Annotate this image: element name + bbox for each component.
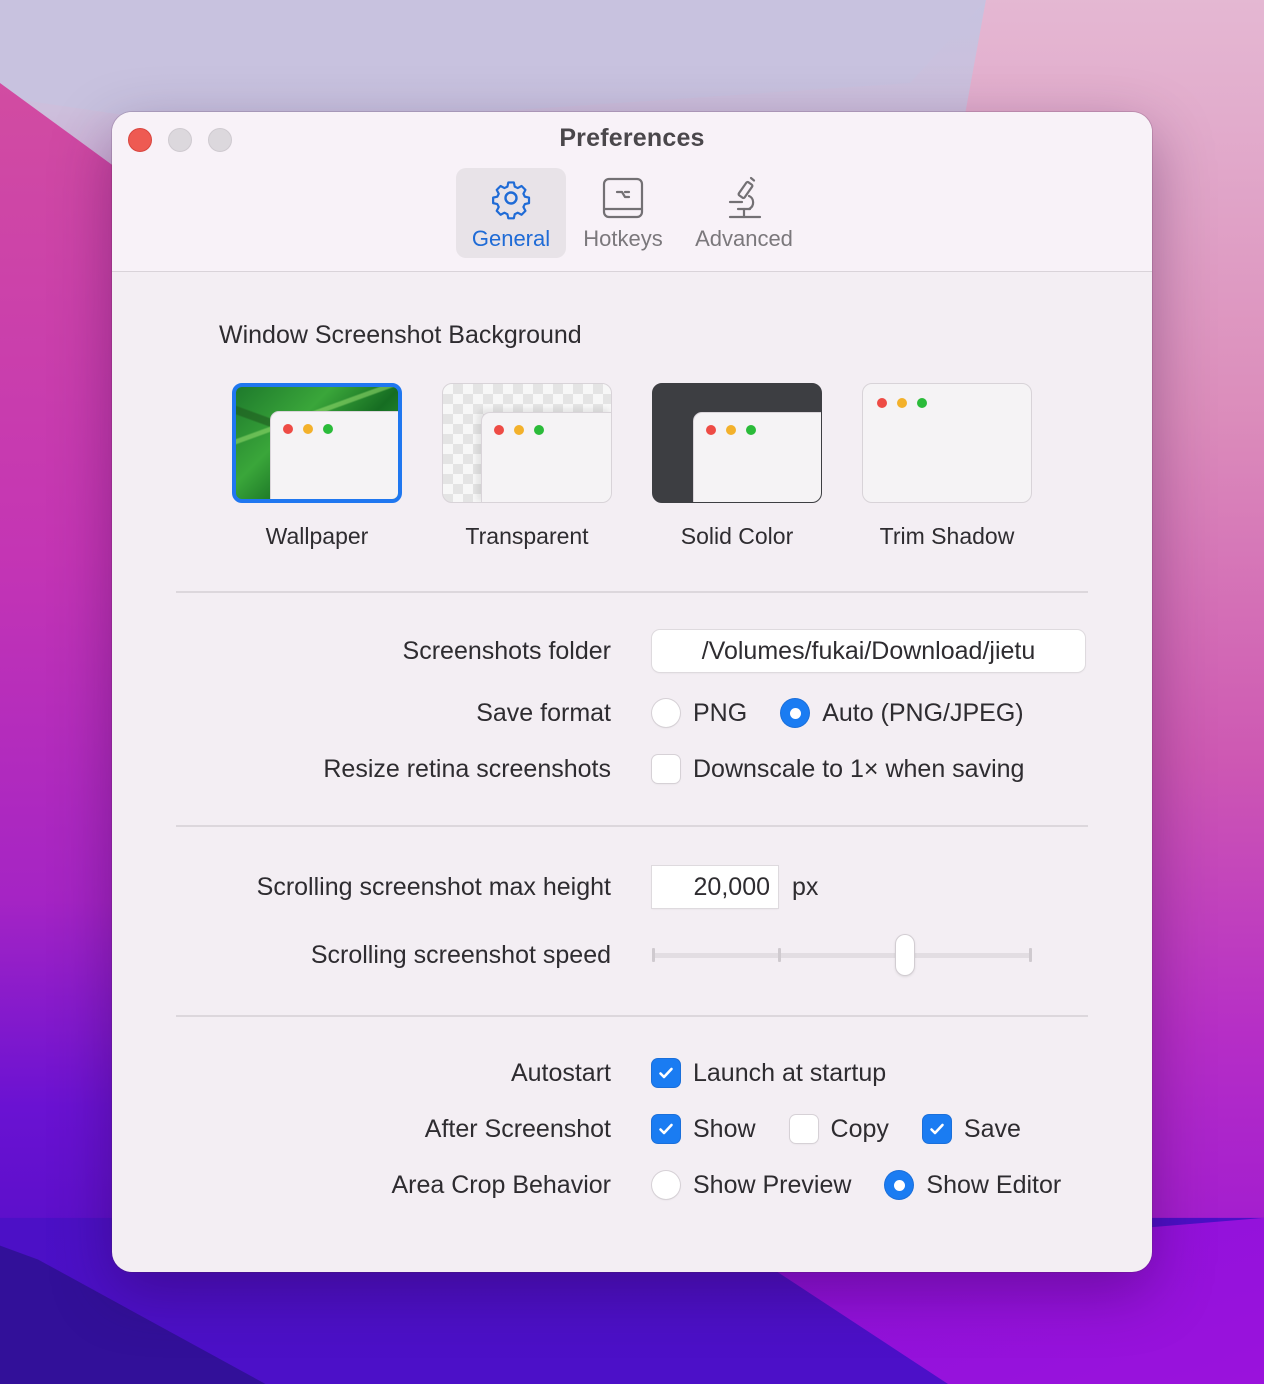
- resize-retina-label: Resize retina screenshots: [323, 754, 611, 783]
- format-auto-radio[interactable]: [781, 699, 810, 727]
- speed-label: Scrolling screenshot speed: [310, 940, 611, 969]
- max-height-row: Scrolling screenshot max height 20,000 p…: [112, 866, 1152, 908]
- after-copy-label[interactable]: Copy: [831, 1115, 889, 1144]
- section-divider: [176, 591, 1088, 593]
- slider-track: [652, 953, 1032, 958]
- tab-advanced-label: Advanced: [695, 226, 793, 251]
- save-format-label: Save format: [476, 698, 611, 727]
- autostart-row: Autostart Launch at startup: [112, 1053, 1152, 1093]
- screenshots-folder-field[interactable]: /Volumes/fukai/Download/jietu: [652, 630, 1085, 672]
- tab-hotkeys-label: Hotkeys: [583, 226, 663, 251]
- slider-tick: [652, 948, 655, 962]
- format-png-radio[interactable]: [652, 699, 680, 727]
- launch-at-startup-label[interactable]: Launch at startup: [693, 1059, 886, 1088]
- format-auto-label[interactable]: Auto (PNG/JPEG): [822, 699, 1023, 728]
- bg-option-label: Trim Shadow: [879, 523, 1015, 549]
- launch-at-startup-checkbox[interactable]: [652, 1059, 680, 1087]
- downscale-label[interactable]: Downscale to 1× when saving: [693, 755, 1024, 784]
- after-save-checkbox[interactable]: [922, 1115, 951, 1143]
- show-editor-label[interactable]: Show Editor: [926, 1171, 1061, 1200]
- title-bar: Preferences General Hotkeys Advanced: [112, 112, 1152, 272]
- bg-option-label: Wallpaper: [265, 523, 369, 549]
- tab-advanced[interactable]: Advanced: [680, 168, 808, 258]
- slider-thumb[interactable]: [896, 935, 915, 975]
- background-section-title: Window Screenshot Background: [219, 321, 582, 349]
- tab-general[interactable]: General: [456, 168, 566, 258]
- preferences-window: Preferences General Hotkeys Advanced Win…: [112, 112, 1152, 1272]
- max-height-input[interactable]: 20,000: [652, 866, 778, 908]
- bg-option-wallpaper[interactable]: Wallpaper: [232, 383, 402, 550]
- show-preview-radio[interactable]: [652, 1171, 680, 1199]
- area-crop-row: Area Crop Behavior Show Preview Show Edi…: [112, 1165, 1152, 1205]
- downscale-checkbox[interactable]: [652, 755, 680, 783]
- autostart-label: Autostart: [510, 1058, 611, 1087]
- screenshots-folder-row: Screenshots folder /Volumes/fukai/Downlo…: [112, 630, 1152, 672]
- preferences-toolbar: General Hotkeys Advanced: [456, 168, 808, 258]
- checkmark-icon: [659, 1123, 673, 1135]
- general-pane: Window Screenshot Background Wallpaper T…: [112, 273, 1152, 1272]
- background-options: Wallpaper Transparent Solid Color Trim S…: [232, 383, 1032, 550]
- tab-hotkeys[interactable]: Hotkeys: [566, 168, 680, 258]
- after-screenshot-row: After Screenshot Show Copy Save: [112, 1109, 1152, 1149]
- keyboard-option-key-icon: [602, 177, 644, 219]
- after-save-label[interactable]: Save: [964, 1115, 1021, 1144]
- after-screenshot-label: After Screenshot: [424, 1114, 611, 1143]
- speed-row: Scrolling screenshot speed: [112, 935, 1152, 975]
- bg-option-label: Solid Color: [680, 523, 794, 549]
- gear-icon: [492, 181, 531, 220]
- microscope-icon: [728, 176, 762, 219]
- resize-retina-row: Resize retina screenshots Downscale to 1…: [112, 749, 1152, 789]
- transparent-thumbnail: [442, 383, 612, 503]
- slider-tick: [777, 948, 781, 962]
- max-height-unit: px: [792, 872, 819, 901]
- screenshots-folder-label: Screenshots folder: [402, 636, 611, 665]
- checkmark-icon: [930, 1123, 944, 1135]
- window-title: Preferences: [559, 124, 705, 152]
- bg-option-solid-color[interactable]: Solid Color: [652, 383, 822, 550]
- format-png-label[interactable]: PNG: [693, 699, 747, 728]
- after-copy-checkbox[interactable]: [789, 1115, 818, 1143]
- save-format-row: Save format PNG Auto (PNG/JPEG): [112, 693, 1152, 733]
- max-height-label: Scrolling screenshot max height: [256, 872, 611, 901]
- speed-slider[interactable]: [652, 935, 1032, 975]
- section-divider: [176, 825, 1088, 827]
- bg-option-trim-shadow[interactable]: Trim Shadow: [862, 383, 1032, 550]
- show-preview-label[interactable]: Show Preview: [693, 1171, 851, 1200]
- section-divider: [176, 1015, 1088, 1017]
- wallpaper-thumbnail: [232, 383, 402, 503]
- checkmark-icon: [659, 1067, 673, 1079]
- after-show-checkbox[interactable]: [652, 1115, 680, 1143]
- show-editor-radio[interactable]: [885, 1171, 914, 1199]
- slider-tick: [1029, 948, 1032, 962]
- bg-option-transparent[interactable]: Transparent: [442, 383, 612, 550]
- after-show-label[interactable]: Show: [693, 1115, 756, 1144]
- tab-general-label: General: [471, 226, 551, 251]
- trim-shadow-thumbnail: [862, 383, 1032, 503]
- bg-option-label: Transparent: [465, 523, 589, 549]
- area-crop-label: Area Crop Behavior: [391, 1170, 611, 1199]
- solid-color-thumbnail: [652, 383, 822, 503]
